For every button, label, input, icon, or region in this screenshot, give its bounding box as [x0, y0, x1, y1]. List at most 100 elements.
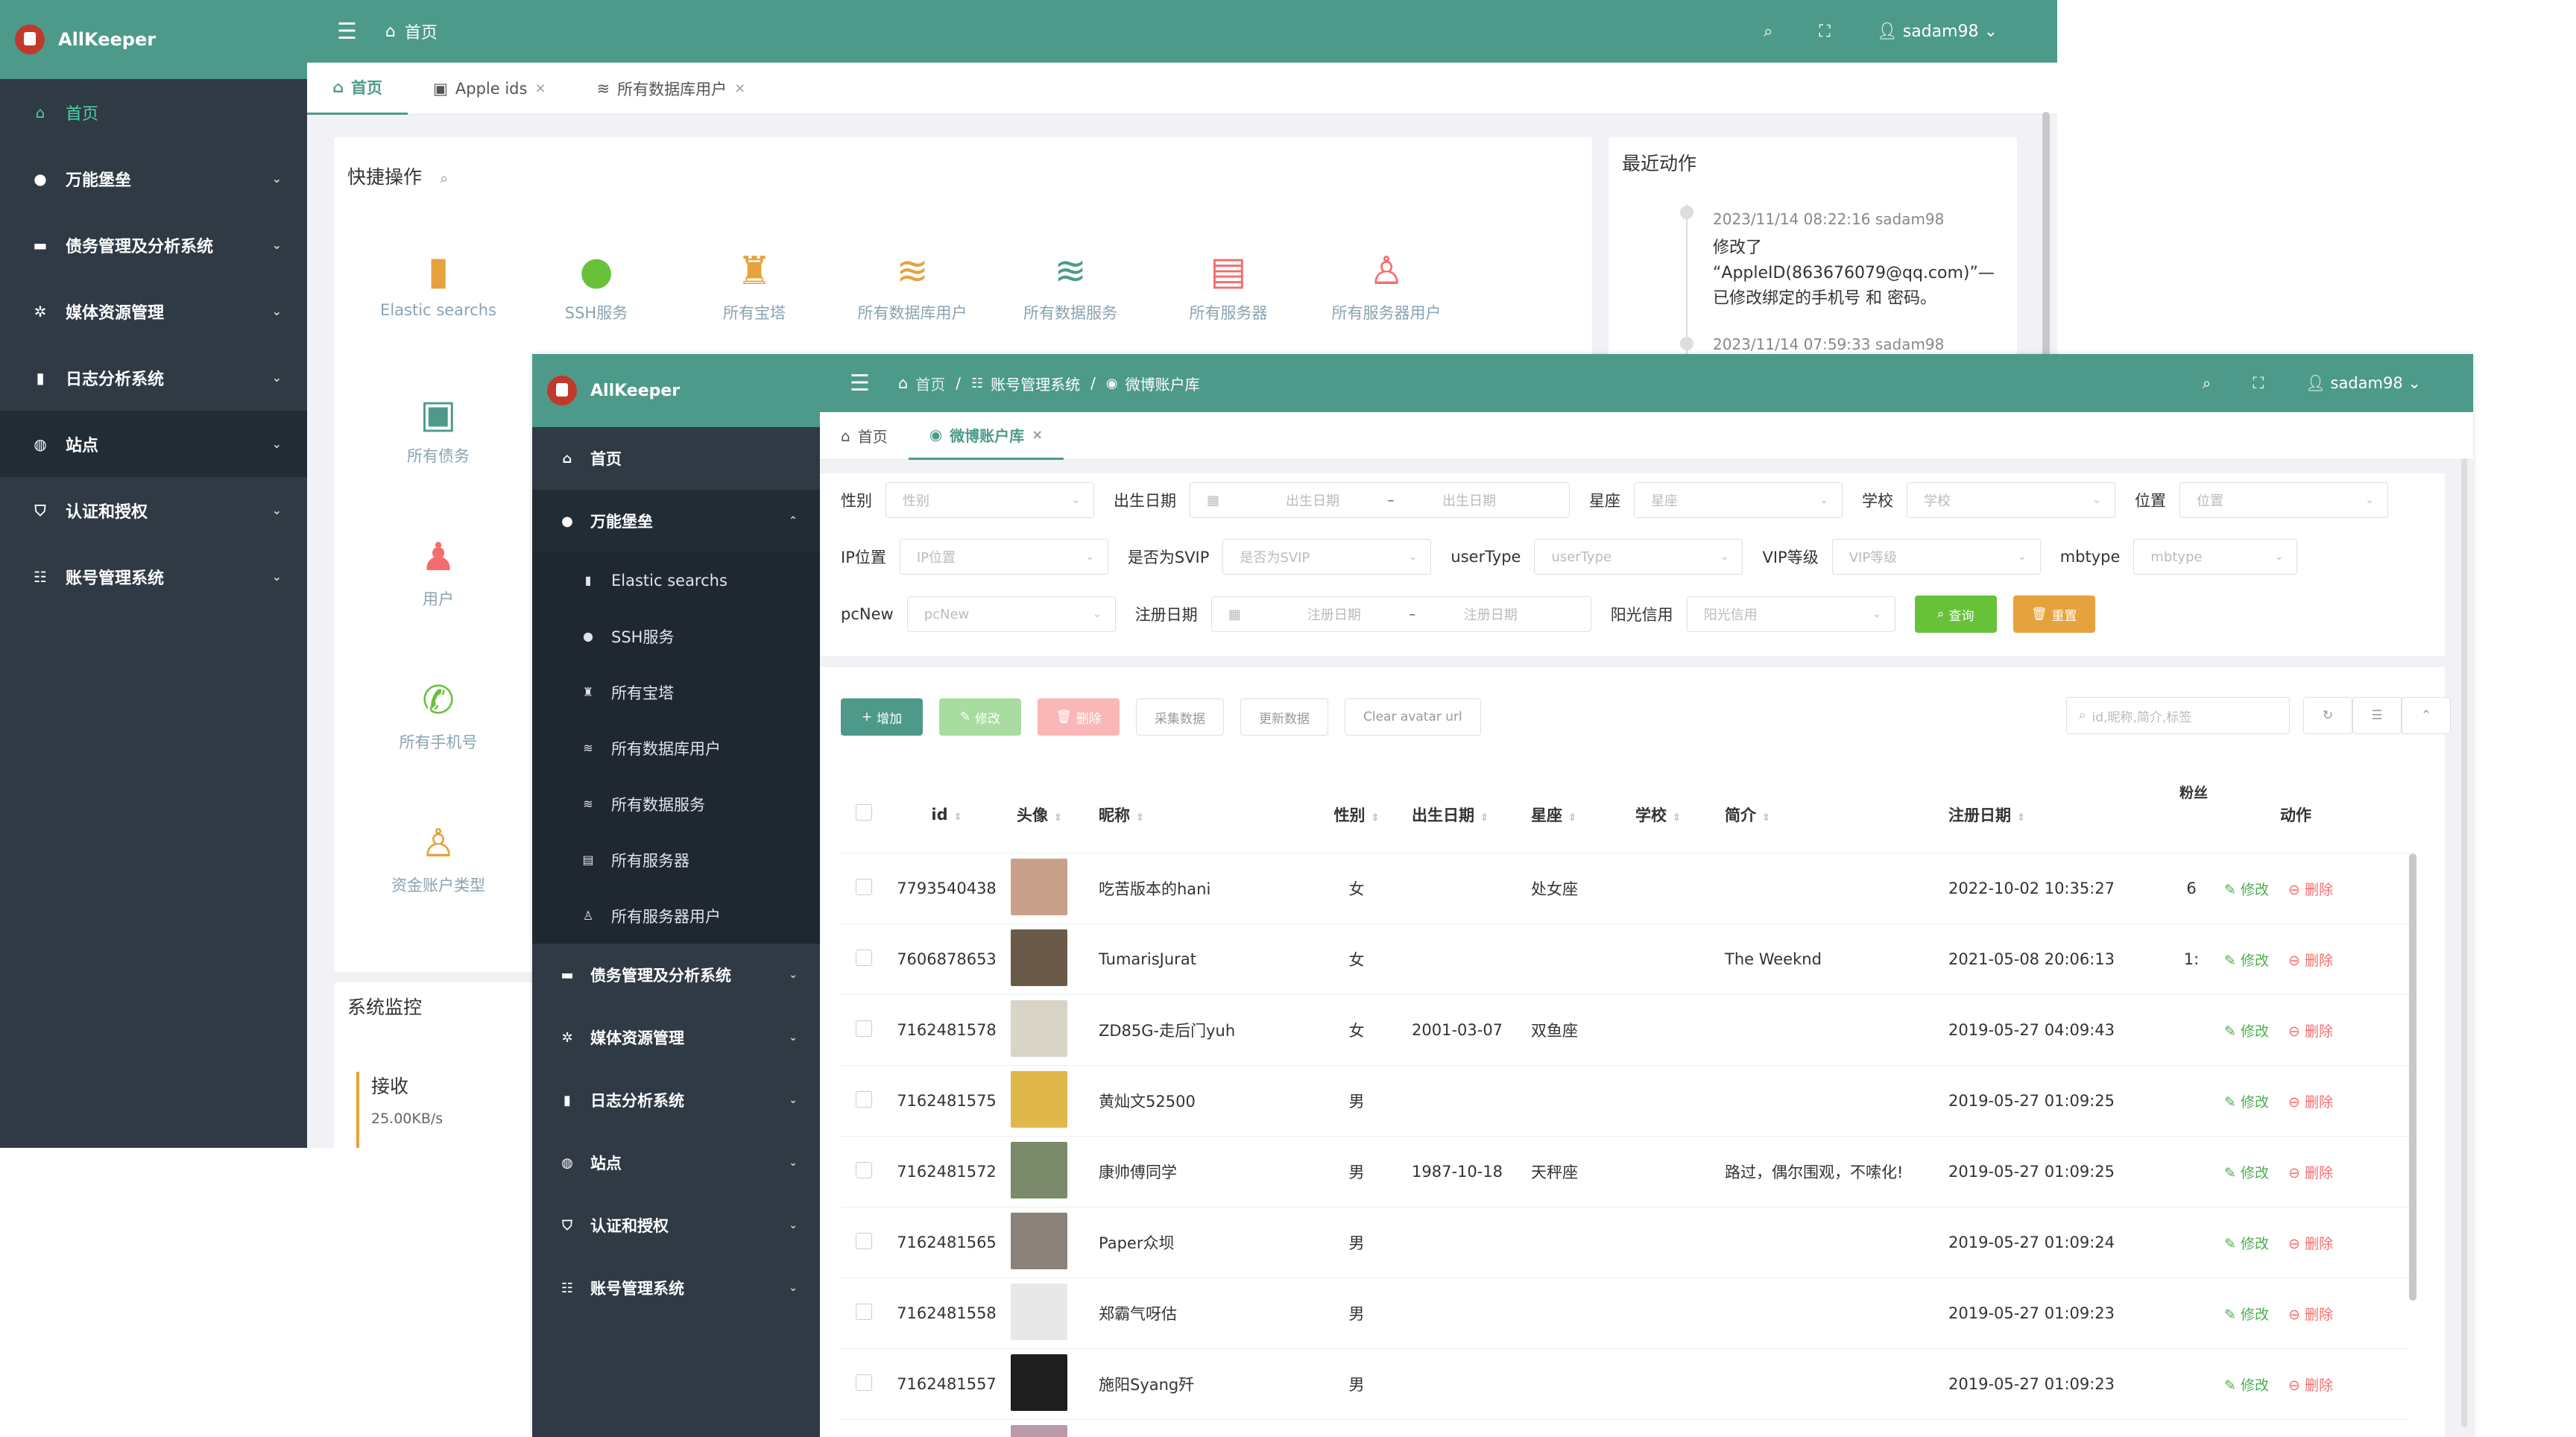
table-row[interactable]: 7162481572 康帅傅同学 男 1987-10-18 天秤座 路过，偶尔围观，不嗦化…	[841, 1137, 2409, 1207]
table-row[interactable]: 7162481565 Paper众坝 男 2019-05-27 01:09:24 ✎ 修…	[841, 1207, 2409, 1278]
quick-action-item[interactable]: ▤ 所有服务器	[1146, 241, 1310, 323]
row-edit-button[interactable]: ✎ 修改	[2224, 1236, 2269, 1252]
sidebar-item[interactable]: ▮ 日志分析系统 ⌄	[0, 344, 307, 411]
filter-select[interactable]: 是否为SVIP ⌄	[1222, 539, 1432, 575]
sidebar-item[interactable]: ≋ 所有数据库用户	[532, 720, 820, 776]
page-scrollbar[interactable]	[2461, 458, 2467, 1427]
date-range-input[interactable]: ▦ 注册日期 – 注册日期	[1210, 596, 1591, 632]
quick-action-item[interactable]: ♙ 所有服务器用户	[1304, 241, 1468, 323]
row-edit-button[interactable]: ✎ 修改	[2224, 953, 2269, 969]
sidebar-item[interactable]: ▮ Elastic searchs	[532, 552, 820, 608]
quick-action-item[interactable]: ▣ 所有债务	[356, 385, 520, 467]
sidebar-item[interactable]: ● SSH服务	[532, 608, 820, 664]
column-header[interactable]: 学校 ⇕	[1625, 803, 1714, 826]
scrollbar[interactable]	[2042, 112, 2050, 358]
filter-select[interactable]: 阳光信用 ⌄	[1686, 596, 1895, 632]
sidebar-item[interactable]: ⌂ 首页	[532, 427, 820, 490]
row-delete-button[interactable]: ⊖ 删除	[2288, 1377, 2333, 1394]
sidebar-item[interactable]: ⛉ 认证和授权 ⌄	[0, 477, 307, 543]
table-scrollbar[interactable]	[2409, 853, 2416, 1301]
row-delete-button[interactable]: ⊖ 删除	[2288, 1023, 2333, 1040]
tab[interactable]: ⌂ 首页	[307, 63, 408, 115]
quick-action-item[interactable]: ▮ Elastic searchs	[356, 241, 520, 319]
quick-action-item[interactable]: ♜ 所有宝塔	[672, 241, 836, 323]
row-delete-button[interactable]: ⊖ 删除	[2288, 1307, 2333, 1323]
filter-select[interactable]: VIP等级 ⌄	[1831, 539, 2041, 575]
breadcrumb-home[interactable]: 首页	[915, 373, 945, 394]
row-edit-button[interactable]: ✎ 修改	[2224, 1377, 2269, 1394]
update-button[interactable]: 更新数据	[1240, 698, 1328, 736]
row-checkbox[interactable]	[856, 878, 872, 895]
sidebar-item[interactable]: ☷ 账号管理系统 ⌄	[0, 543, 307, 610]
table-search-input[interactable]: ⌕ id,昵称,简介,标签	[2066, 697, 2290, 734]
row-edit-button[interactable]: ✎ 修改	[2224, 1307, 2269, 1323]
sidebar-item[interactable]: ▬ 债务管理及分析系统 ⌄	[532, 944, 820, 1006]
filter-select[interactable]: mbtype ⌄	[2133, 539, 2298, 575]
table-row[interactable]: 7162481578 ZD85G-走后门yuh 女 2001-03-07 双鱼座 2019…	[841, 995, 2409, 1066]
filter-select[interactable]: pcNew ⌄	[906, 596, 1116, 632]
sort-icon[interactable]: ⇕	[1568, 812, 1576, 824]
column-header[interactable]: 粉丝	[2169, 776, 2214, 802]
row-edit-button[interactable]: ✎ 修改	[2224, 1094, 2269, 1111]
filter-select[interactable]: 星座 ⌄	[1634, 482, 1843, 518]
sort-icon[interactable]: ⇕	[1673, 812, 1681, 824]
sidebar-item[interactable]: ✲ 媒体资源管理 ⌄	[532, 1006, 820, 1069]
checkbox[interactable]	[856, 804, 872, 821]
column-header[interactable]: 简介 ⇕	[1714, 803, 1938, 826]
row-edit-button[interactable]: ✎ 修改	[2224, 1023, 2269, 1040]
search-icon[interactable]: ⌕	[1764, 22, 1772, 41]
column-header[interactable]: 星座 ⇕	[1521, 803, 1625, 826]
user-menu[interactable]: 👤︎ sadam98 ⌄	[2305, 374, 2421, 393]
row-checkbox[interactable]	[856, 1090, 872, 1108]
sidebar-item[interactable]: ▮ 日志分析系统 ⌄	[532, 1069, 820, 1131]
fullscreen-icon[interactable]: ⛶	[2253, 374, 2264, 393]
select-all-checkbox[interactable]	[841, 804, 887, 824]
table-row[interactable]: 7606878653 TumarisJurat 女 The Weeknd 2021-05…	[841, 924, 2409, 995]
row-edit-button[interactable]: ✎ 修改	[2224, 1165, 2269, 1181]
add-button[interactable]: + 增加	[841, 698, 923, 736]
sidebar-item[interactable]: ● 万能堡垒 ⌄	[0, 145, 307, 212]
filter-select[interactable]: 性别 ⌄	[886, 482, 1094, 518]
sidebar-item[interactable]: ◍ 站点 ⌄	[0, 411, 307, 477]
sort-icon[interactable]: ⇕	[954, 812, 962, 823]
column-header[interactable]: id ⇕	[887, 806, 1006, 824]
quick-action-item[interactable]: ♙ 资金账户类型	[356, 814, 520, 896]
sidebar-item[interactable]: ☷ 账号管理系统 ⌄	[532, 1257, 820, 1319]
row-checkbox[interactable]	[856, 1161, 872, 1178]
sort-icon[interactable]: ⇕	[1136, 812, 1144, 824]
close-icon[interactable]: ×	[1032, 427, 1043, 443]
row-checkbox[interactable]	[856, 1303, 872, 1320]
row-checkbox[interactable]	[856, 1232, 872, 1249]
row-checkbox[interactable]	[856, 1020, 872, 1037]
sort-icon[interactable]: ⇕	[1371, 812, 1380, 824]
quick-action-item[interactable]: ● SSH服务	[514, 241, 678, 323]
row-checkbox[interactable]	[856, 949, 872, 966]
row-delete-button[interactable]: ⊖ 删除	[2288, 953, 2333, 969]
sidebar-item[interactable]: ◍ 站点 ⌄	[532, 1131, 820, 1194]
search-icon[interactable]: ⌕	[440, 169, 448, 187]
columns-button[interactable]: ☰	[2352, 697, 2402, 734]
column-header[interactable]: 性别 ⇕	[1312, 803, 1401, 826]
sidebar-item[interactable]: ▬ 债务管理及分析系统 ⌄	[0, 212, 307, 278]
row-delete-button[interactable]: ⊖ 删除	[2288, 882, 2333, 898]
tab[interactable]: ◉ 微博账户库 ×	[908, 412, 1064, 460]
row-checkbox[interactable]	[856, 1374, 872, 1391]
table-row[interactable]: 7162481551名字而已001女1992-02-25双鱼座2019-05-2…	[841, 1420, 2409, 1437]
clear-avatar-button[interactable]: Clear avatar url	[1345, 698, 1481, 736]
sidebar-item[interactable]: ≋ 所有数据服务	[532, 776, 820, 832]
sort-icon[interactable]: ⇕	[1762, 812, 1770, 824]
collect-button[interactable]: 采集数据	[1136, 698, 1224, 736]
date-range-input[interactable]: ▦ 出生日期 – 出生日期	[1190, 482, 1570, 518]
breadcrumb-account-system[interactable]: 账号管理系统	[991, 373, 1080, 394]
collapse-button[interactable]: ⌃	[2402, 697, 2451, 734]
sidebar-item[interactable]: ● 万能堡垒 ⌃	[532, 490, 820, 552]
column-header[interactable]: 动作	[2214, 803, 2378, 826]
filter-select[interactable]: 位置 ⌄	[2179, 482, 2388, 518]
sidebar-item[interactable]: ✲ 媒体资源管理 ⌄	[0, 278, 307, 344]
tab[interactable]: ⌂ 首页	[820, 412, 909, 460]
column-header[interactable]: 注册日期 ⇕	[1938, 803, 2169, 826]
sidebar-item[interactable]: ⛉ 认证和授权 ⌄	[532, 1194, 820, 1257]
sort-icon[interactable]: ⇕	[1480, 812, 1489, 824]
user-menu[interactable]: 👤︎ sadam98 ⌄	[1877, 22, 1998, 41]
menu-toggle-icon[interactable]: ☰	[850, 370, 870, 397]
